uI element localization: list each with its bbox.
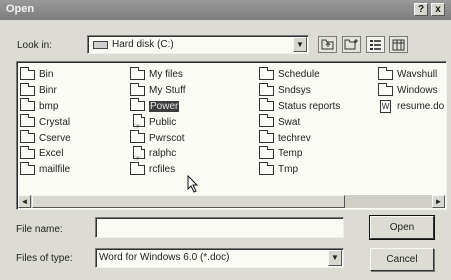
shared-folder-icon: ☞ [133, 114, 145, 131]
folder-icon [130, 130, 145, 144]
file-type-label: Files of type: [16, 253, 73, 264]
file-list[interactable]: Bin Binr bmp Crystal Cserve Excel mailfi… [16, 61, 447, 210]
hard-drive-icon [93, 41, 108, 49]
list-item[interactable]: My files [130, 66, 186, 83]
file-name-label: File name: [16, 224, 63, 235]
list-item[interactable]: Windows [378, 82, 444, 99]
folder-icon [259, 130, 274, 144]
list-item[interactable]: Temp [259, 145, 340, 162]
file-column-2: My files My Stuff Power ☞ Public Pwrscot … [130, 66, 186, 178]
scrollbar-thumb[interactable] [32, 195, 345, 208]
list-item[interactable]: Status reports [259, 98, 340, 115]
up-one-level-button[interactable] [318, 36, 337, 53]
folder-icon [378, 82, 393, 96]
help-button[interactable]: ? [414, 3, 428, 16]
dialog-title: Open [6, 3, 35, 15]
list-item[interactable]: ☞ Public [130, 114, 186, 131]
list-item[interactable]: mailfile [20, 161, 71, 178]
new-folder-icon [344, 39, 358, 50]
list-item[interactable]: Binr [20, 82, 71, 99]
list-item[interactable]: Swat [259, 114, 340, 130]
open-dialog: Open ? x Look in: Hard disk (C:) ▼ Bin B… [0, 0, 451, 280]
look-in-label: Look in: [17, 40, 53, 51]
list-item[interactable]: Cserve [20, 130, 71, 146]
file-column-3: Schedule Sndsys Status reports Swat tech… [259, 66, 340, 178]
open-button[interactable]: Open [369, 215, 435, 240]
folder-icon [259, 66, 274, 80]
list-item[interactable]: My Stuff [130, 82, 186, 99]
folder-icon [259, 145, 274, 159]
list-item[interactable]: Crystal [20, 114, 71, 130]
list-item[interactable]: Pwrscot [130, 130, 186, 146]
file-type-dropdown[interactable]: Word for Windows 6.0 (*.doc) ▼ [95, 248, 344, 268]
list-item[interactable]: Excel [20, 145, 71, 162]
folder-icon [20, 161, 35, 175]
up-one-level-icon [321, 39, 334, 50]
folder-icon [20, 82, 35, 96]
folder-icon [20, 66, 35, 80]
look-in-value: Hard disk (C:) [112, 39, 174, 50]
folder-icon [378, 66, 393, 80]
look-in-dropdown[interactable]: Hard disk (C:) ▼ [87, 35, 309, 54]
folder-icon [20, 130, 35, 144]
folder-icon [130, 161, 145, 175]
folder-icon [130, 66, 145, 80]
title-bar[interactable]: Open ? x [0, 0, 451, 20]
list-item-selected[interactable]: Power [130, 98, 186, 115]
list-item[interactable]: Sndsys [259, 82, 340, 99]
list-item[interactable]: Wresume.do [378, 99, 444, 115]
shared-folder-icon: ☞ [133, 145, 145, 162]
list-item[interactable]: techrev [259, 130, 340, 146]
list-item[interactable]: Wavshull [378, 66, 444, 83]
list-item[interactable]: ☞ ralphc [130, 145, 186, 162]
word-document-icon: W [380, 99, 391, 113]
list-item[interactable]: bmp [20, 98, 71, 115]
new-folder-button[interactable] [342, 36, 361, 53]
horizontal-scrollbar[interactable]: ◄ ► [18, 195, 445, 208]
details-view-icon [392, 39, 405, 51]
cancel-button[interactable]: Cancel [370, 248, 434, 271]
list-item[interactable]: rcfiles [130, 161, 186, 178]
file-type-value: Word for Windows 6.0 (*.doc) [99, 252, 230, 263]
chevron-down-icon[interactable]: ▼ [328, 250, 342, 266]
scroll-left-icon[interactable]: ◄ [18, 195, 31, 208]
list-view-icon [370, 40, 381, 50]
folder-icon [259, 114, 274, 128]
list-view-button[interactable] [366, 36, 385, 53]
folder-icon [259, 161, 274, 175]
list-item[interactable]: Tmp [259, 161, 340, 178]
folder-icon [259, 98, 274, 112]
list-item[interactable]: Bin [20, 66, 71, 83]
file-column-1: Bin Binr bmp Crystal Cserve Excel mailfi… [20, 66, 71, 178]
folder-icon [130, 98, 145, 112]
file-column-4: Wavshull Windows Wresume.do [378, 66, 444, 115]
folder-icon [130, 82, 145, 96]
folder-icon [20, 114, 35, 128]
folder-icon [20, 98, 35, 112]
list-item[interactable]: Schedule [259, 66, 340, 83]
close-button[interactable]: x [431, 3, 445, 16]
scroll-right-icon[interactable]: ► [432, 195, 445, 208]
folder-icon [20, 145, 35, 159]
details-view-button[interactable] [389, 36, 408, 53]
folder-icon [259, 82, 274, 96]
file-name-input[interactable] [95, 217, 344, 238]
mouse-cursor-icon [187, 175, 199, 193]
chevron-down-icon[interactable]: ▼ [293, 37, 307, 52]
